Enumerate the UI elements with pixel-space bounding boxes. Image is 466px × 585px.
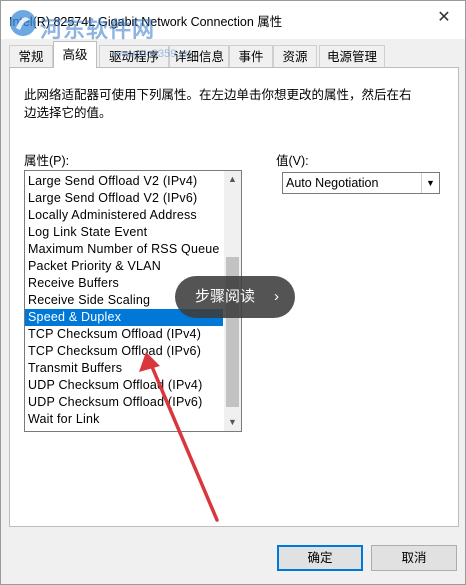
- dropdown-arrow-icon[interactable]: ▼: [421, 173, 439, 193]
- value-dropdown[interactable]: Auto Negotiation ▼: [282, 172, 440, 194]
- chevron-right-icon: ›: [274, 288, 279, 305]
- property-label: 属性(P):: [24, 154, 70, 168]
- value-label: 值(V):: [276, 154, 309, 168]
- ok-button[interactable]: 确定: [277, 545, 363, 571]
- watermark-url: www.pc0359.cn: [114, 48, 192, 60]
- property-list-item[interactable]: Large Send Offload V2 (IPv4): [25, 173, 223, 190]
- tab-general[interactable]: 常规: [9, 45, 53, 67]
- dropdown-selected-value: Auto Negotiation: [286, 176, 379, 190]
- tab-power-management[interactable]: 电源管理: [319, 45, 385, 67]
- tab-resources[interactable]: 资源: [273, 45, 317, 67]
- property-list-item[interactable]: Large Send Offload V2 (IPv6): [25, 190, 223, 207]
- property-list-item[interactable]: UDP Checksum Offload (IPv4): [25, 377, 223, 394]
- property-list-item[interactable]: Packet Priority & VLAN: [25, 258, 223, 275]
- property-list-item[interactable]: Wait for Link: [25, 411, 223, 428]
- scroll-up-icon[interactable]: ▲: [224, 171, 241, 188]
- property-list-item[interactable]: TCP Checksum Offload (IPv4): [25, 326, 223, 343]
- watermark-logo-icon: [10, 10, 36, 36]
- cancel-button[interactable]: 取消: [371, 545, 457, 571]
- tab-events[interactable]: 事件: [229, 45, 273, 67]
- property-list-item[interactable]: TCP Checksum Offload (IPv6): [25, 343, 223, 360]
- panel-description: 此网络适配器可使用下列属性。在左边单击你想更改的属性，然后在右边选择它的值。: [24, 88, 412, 120]
- property-list-item[interactable]: Transmit Buffers: [25, 360, 223, 377]
- scroll-down-icon[interactable]: ▼: [224, 414, 241, 431]
- properties-dialog: Intel(R) 82574L Gigabit Network Connecti…: [0, 0, 466, 585]
- property-list-item[interactable]: UDP Checksum Offload (IPv6): [25, 394, 223, 411]
- tab-advanced[interactable]: 高级: [53, 41, 97, 68]
- property-list-item[interactable]: Log Link State Event: [25, 224, 223, 241]
- step-reading-label: 步骤阅读: [195, 288, 256, 305]
- watermark-text: 河东软件网: [40, 17, 156, 42]
- step-reading-button[interactable]: 步骤阅读 ›: [175, 276, 295, 318]
- tab-strip: 常规 高级 驱动程序 详细信息 事件 资源 电源管理: [9, 41, 459, 68]
- close-icon[interactable]: ✕: [431, 7, 457, 29]
- property-list-item[interactable]: Locally Administered Address: [25, 207, 223, 224]
- property-list-item[interactable]: Maximum Number of RSS Queue: [25, 241, 223, 258]
